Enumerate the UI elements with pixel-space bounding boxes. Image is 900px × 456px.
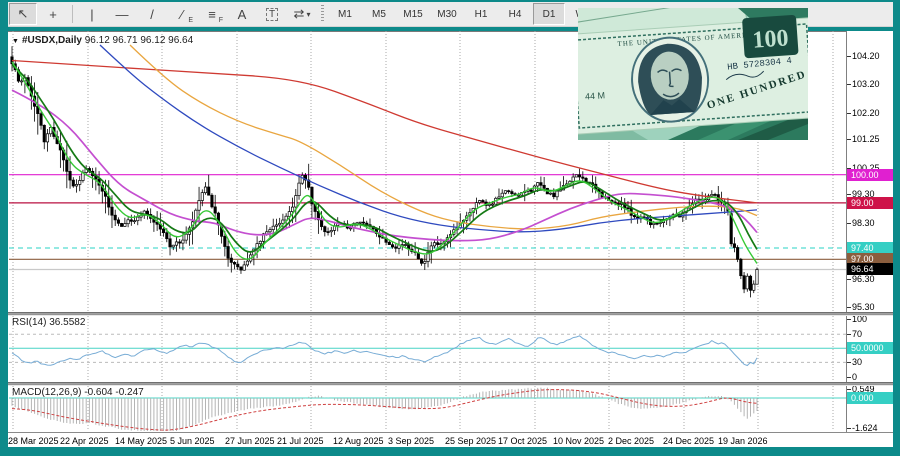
macd-indicator-label: MACD(12,26,9) -0.604 -0.247 [12, 387, 144, 398]
tick-mark [847, 389, 851, 390]
svg-text:44 M: 44 M [585, 90, 606, 101]
tick-mark [847, 362, 851, 364]
tick-mark [847, 428, 851, 429]
x-axis-date-label: 14 May 2025 [115, 436, 168, 446]
y-axis-tick-label: 0 [852, 372, 858, 382]
y-axis-tick-label: 98.30 [852, 217, 875, 228]
svg-text:100: 100 [752, 25, 790, 53]
tick-mark [847, 334, 851, 336]
price-label-chip: 100.00 [847, 168, 893, 181]
symbol-dropdown-icon[interactable]: ▼ [12, 38, 19, 45]
dollar-bill-photo: THE UNITED STATES OF AMERICA 100 HB 5728… [578, 8, 808, 140]
tick-mark [847, 139, 851, 141]
rsi-line [11, 335, 758, 367]
y-axis-tick-label: 95.30 [852, 302, 875, 313]
price-label-chip: 0.000 [847, 392, 893, 404]
y-axis-tick-label: 70 [852, 329, 863, 340]
x-axis-date-label: 22 Apr 2025 [60, 436, 109, 446]
tick-mark [847, 194, 851, 196]
x-axis-date-label: 10 Nov 2025 [553, 436, 605, 446]
tick-mark [847, 377, 851, 378]
y-axis-tick-label: 96.30 [852, 274, 875, 285]
tick-mark [847, 56, 851, 58]
macd-panel-divider[interactable] [8, 382, 893, 386]
y-axis-tick-label: 101.25 [852, 134, 880, 145]
y-axis-tick-label: 102.20 [852, 107, 880, 118]
chart-title: ▼ #USDX,Daily 96.12 96.71 96.12 96.64 [12, 35, 193, 46]
ohlc-values: 96.12 96.71 96.12 96.64 [84, 35, 194, 46]
tick-mark [847, 307, 851, 309]
date-axis-divider [8, 432, 893, 433]
x-axis-date-label: 21 Jul 2025 [277, 436, 324, 446]
x-axis-date-label: 24 Dec 2025 [663, 436, 715, 446]
y-axis-tick-label: 30 [852, 357, 863, 368]
x-axis-date-label: 5 Jun 2025 [170, 436, 215, 446]
tick-mark [847, 279, 851, 281]
rsi-indicator-label: RSI(14) 36.5582 [12, 317, 86, 328]
x-axis-date-label: 17 Oct 2025 [498, 436, 548, 446]
x-axis-date-label: 27 Jun 2025 [225, 436, 275, 446]
rsi-panel-divider[interactable] [8, 312, 893, 316]
date-axis[interactable]: 28 Mar 2025 22 Apr 2025 14 May 2025 5 Jun 2… [8, 433, 893, 447]
tick-mark [847, 222, 851, 224]
tick-mark [847, 112, 851, 114]
y-axis-tick-label: 104.20 [852, 51, 880, 62]
x-axis-date-label: 12 Aug 2025 [333, 436, 384, 446]
price-label-chip: 97.40 [847, 242, 893, 255]
price-label-chip: 96.64 [847, 263, 893, 276]
x-axis-date-label: 3 Sep 2025 [388, 436, 435, 446]
x-axis-date-label: 19 Jan 2026 [718, 436, 768, 446]
y-axis-tick-label: 103.20 [852, 79, 880, 90]
x-axis-date-label: 25 Sep 2025 [445, 436, 497, 446]
symbol-period-label: #USDX,Daily [21, 35, 82, 46]
x-axis-date-label: 28 Mar 2025 [8, 436, 59, 446]
price-label-chip: 50.0000 [847, 342, 893, 355]
tick-mark [847, 84, 851, 86]
price-label-chip: 99.00 [847, 196, 893, 209]
x-axis-date-label: 2 Dec 2025 [608, 436, 655, 446]
tick-mark [847, 319, 851, 320]
terminal-window: ↖+|—/∕E≡FAT⇄▾M1M5M15M30H1H4D1W1MN ▼#USDX… [0, 0, 900, 456]
